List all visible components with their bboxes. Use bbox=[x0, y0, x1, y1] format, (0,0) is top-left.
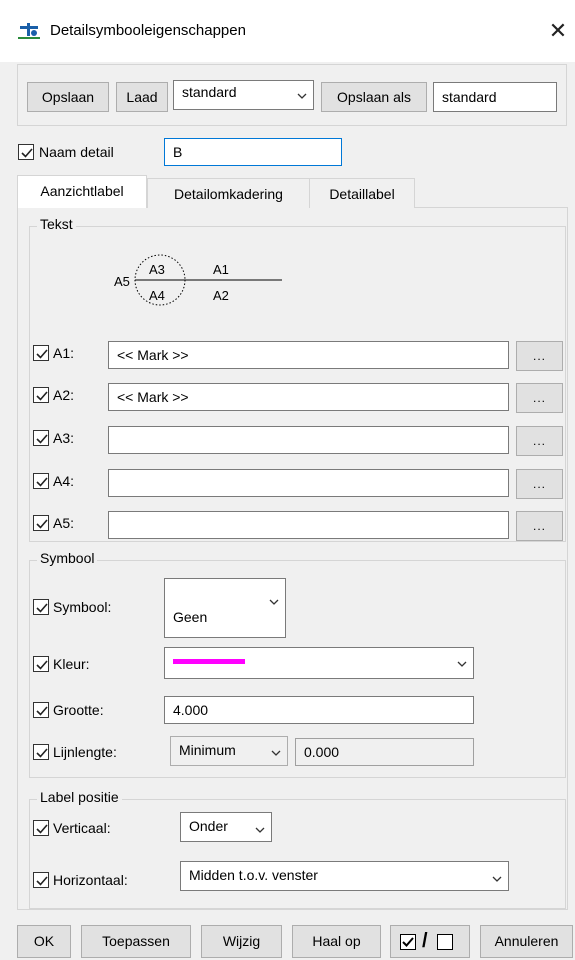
horizontal-select[interactable]: Midden t.o.v. venster bbox=[180, 861, 509, 891]
checkmark-icon bbox=[36, 349, 48, 359]
checkmark-icon bbox=[36, 434, 48, 444]
line-length-checkbox[interactable] bbox=[33, 744, 49, 760]
a5-browse-button[interactable]: ... bbox=[516, 511, 563, 541]
load-button[interactable]: Laad bbox=[116, 82, 168, 112]
diagram-a1: A1 bbox=[213, 262, 229, 277]
line-mode-select[interactable]: Minimum bbox=[170, 736, 288, 766]
save-button[interactable]: Opslaan bbox=[27, 82, 109, 112]
cancel-button[interactable]: Annuleren bbox=[480, 925, 573, 958]
title-bar: Detailsymbooleigenschappen ✕ bbox=[0, 0, 575, 62]
name-detail-input[interactable]: B bbox=[164, 138, 342, 166]
a2-browse-button[interactable]: ... bbox=[516, 383, 563, 413]
apply-button[interactable]: Toepassen bbox=[81, 925, 191, 958]
label-position-legend: Label positie bbox=[37, 789, 122, 805]
symbol-select-value: Geen bbox=[173, 609, 208, 625]
size-checkbox[interactable] bbox=[33, 702, 49, 718]
vertical-select-value: Onder bbox=[189, 818, 228, 834]
horizontal-select-value: Midden t.o.v. venster bbox=[189, 867, 318, 883]
a3-checkbox[interactable] bbox=[33, 430, 49, 446]
chevron-down-icon bbox=[457, 661, 467, 667]
checked-box-icon bbox=[400, 934, 416, 950]
tab-aanzichtlabel[interactable]: Aanzichtlabel bbox=[17, 175, 147, 208]
checkmark-icon bbox=[36, 876, 48, 886]
horizontal-label: Horizontaal: bbox=[53, 872, 128, 888]
checkmark-icon bbox=[21, 148, 33, 158]
tab-detaillabel[interactable]: Detaillabel bbox=[309, 178, 415, 208]
a1-label: A1: bbox=[53, 345, 75, 361]
a4-browse-button[interactable]: ... bbox=[516, 469, 563, 499]
horizontal-checkbox[interactable] bbox=[33, 872, 49, 888]
modify-button[interactable]: Wijzig bbox=[201, 925, 282, 958]
a5-label: A5: bbox=[53, 515, 75, 531]
checkmark-icon bbox=[36, 706, 48, 716]
a3-label: A3: bbox=[53, 430, 75, 446]
name-detail-checkbox[interactable] bbox=[18, 144, 34, 160]
color-swatch bbox=[173, 659, 245, 664]
symbol-group-legend: Symbool bbox=[37, 550, 98, 566]
a3-browse-button[interactable]: ... bbox=[516, 426, 563, 456]
save-as-button[interactable]: Opslaan als bbox=[321, 82, 427, 112]
diagram-a2: A2 bbox=[213, 288, 229, 303]
checkmark-icon bbox=[36, 477, 48, 487]
chevron-down-icon bbox=[271, 750, 281, 756]
diagram-a5: A5 bbox=[114, 274, 130, 289]
window-title: Detailsymbooleigenschappen bbox=[50, 22, 246, 39]
checkmark-icon bbox=[36, 660, 48, 670]
diagram-a3: A3 bbox=[149, 262, 165, 277]
text-group-legend: Tekst bbox=[37, 216, 76, 232]
a2-label: A2: bbox=[53, 387, 75, 403]
a4-checkbox[interactable] bbox=[33, 473, 49, 489]
line-length-label: Lijnlengte: bbox=[53, 744, 117, 760]
preset-select[interactable]: standard bbox=[173, 80, 314, 110]
checkmark-icon bbox=[36, 748, 48, 758]
symbol-select[interactable]: Geen bbox=[164, 578, 286, 638]
line-length-input: 0.000 bbox=[295, 738, 474, 766]
a2-input[interactable]: << Mark >> bbox=[108, 383, 509, 411]
preset-select-value: standard bbox=[182, 84, 237, 100]
a4-input[interactable] bbox=[108, 469, 509, 497]
unchecked-box-icon bbox=[437, 934, 453, 950]
save-as-name-input[interactable]: standard bbox=[433, 82, 557, 112]
size-input[interactable]: 4.000 bbox=[164, 696, 474, 724]
chevron-down-icon bbox=[255, 827, 265, 833]
a5-checkbox[interactable] bbox=[33, 515, 49, 531]
chevron-down-icon bbox=[269, 599, 279, 605]
toggle-slash: / bbox=[422, 930, 428, 952]
color-checkbox[interactable] bbox=[33, 656, 49, 672]
a5-input[interactable] bbox=[108, 511, 509, 539]
diagram-a4: A4 bbox=[149, 288, 165, 303]
checkmark-icon bbox=[36, 824, 48, 834]
checkmark-icon bbox=[36, 519, 48, 529]
get-button[interactable]: Haal op bbox=[292, 925, 381, 958]
color-label: Kleur: bbox=[53, 656, 90, 672]
vertical-checkbox[interactable] bbox=[33, 820, 49, 836]
ok-button[interactable]: OK bbox=[17, 925, 71, 958]
chevron-down-icon bbox=[297, 93, 307, 99]
symbol-label: Symbool: bbox=[53, 599, 112, 615]
detail-symbol-icon bbox=[18, 22, 40, 40]
label-diagram bbox=[134, 254, 282, 306]
a2-checkbox[interactable] bbox=[33, 387, 49, 403]
chevron-down-icon bbox=[492, 876, 502, 882]
vertical-label: Verticaal: bbox=[53, 820, 111, 836]
symbol-checkbox[interactable] bbox=[33, 599, 49, 615]
toggle-all-button[interactable]: / bbox=[390, 925, 470, 958]
name-detail-label: Naam detail bbox=[39, 144, 114, 160]
tab-detailomkadering[interactable]: Detailomkadering bbox=[147, 178, 310, 208]
close-icon[interactable]: ✕ bbox=[545, 17, 571, 45]
vertical-select[interactable]: Onder bbox=[180, 812, 272, 842]
line-mode-select-value: Minimum bbox=[179, 742, 236, 758]
checkmark-icon bbox=[36, 603, 48, 613]
checkmark-icon bbox=[36, 391, 48, 401]
a1-browse-button[interactable]: ... bbox=[516, 341, 563, 371]
a1-input[interactable]: << Mark >> bbox=[108, 341, 509, 369]
label-position-group bbox=[29, 799, 566, 909]
color-select[interactable] bbox=[164, 647, 474, 679]
a3-input[interactable] bbox=[108, 426, 509, 454]
a4-label: A4: bbox=[53, 473, 75, 489]
size-label: Grootte: bbox=[53, 702, 104, 718]
a1-checkbox[interactable] bbox=[33, 345, 49, 361]
